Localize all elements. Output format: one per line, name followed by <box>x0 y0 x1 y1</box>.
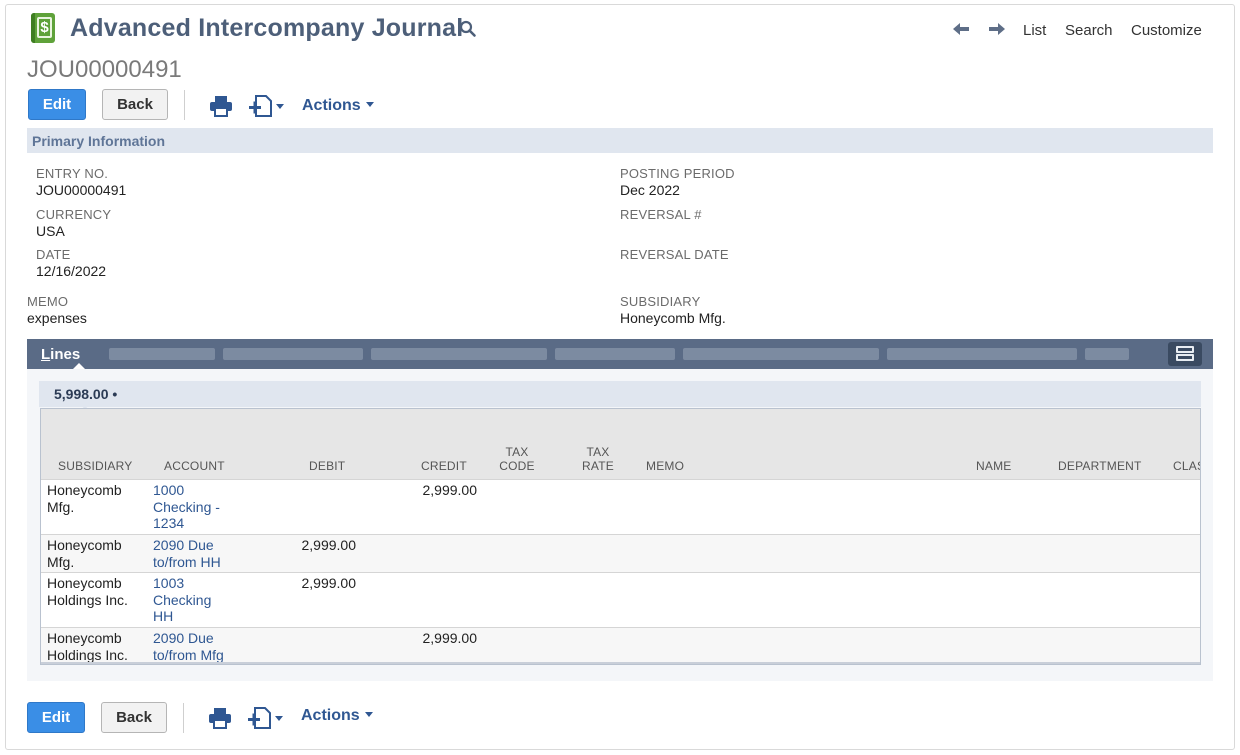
actions-label: Actions <box>301 707 360 724</box>
column-header-subsidiary[interactable]: SUBSIDIARY <box>58 459 132 473</box>
reversal-no-label: REVERSAL # <box>620 207 702 222</box>
column-header-debit[interactable]: DEBIT <box>309 459 345 473</box>
previous-record-icon[interactable] <box>952 21 970 37</box>
edit-button-bottom[interactable]: Edit <box>27 702 85 733</box>
cell-subsidiary: Honeycomb Holdings Inc. <box>47 630 128 663</box>
lines-total: 5,998.00 • <box>54 386 118 402</box>
toggle-layout-icon[interactable] <box>1168 342 1202 366</box>
cell-account-link[interactable]: 2090 Due to/from HH <box>153 537 221 570</box>
table-header: SUBSIDIARY ACCOUNT DEBIT CREDIT TAX CODE … <box>41 409 1200 479</box>
column-header-account[interactable]: ACCOUNT <box>164 459 225 473</box>
cell-credit: 2,999.00 <box>422 630 478 646</box>
column-header-name[interactable]: NAME <box>976 459 1011 473</box>
record-id: JOU00000491 <box>27 56 182 83</box>
new-document-dropdown-icon[interactable] <box>247 707 285 729</box>
date-label: DATE <box>36 247 71 262</box>
print-icon[interactable] <box>209 95 233 117</box>
tax-rate-line-2: RATE <box>582 459 614 473</box>
section-title: Primary Information <box>32 133 166 149</box>
cell-debit: 2,999.00 <box>301 537 357 553</box>
blurred-tab[interactable] <box>1085 348 1129 360</box>
subtab-bar: Lines <box>27 339 1213 369</box>
blurred-tab[interactable] <box>887 348 1077 360</box>
chevron-down-icon <box>364 712 373 717</box>
column-header-tax-rate[interactable]: TAX RATE <box>581 445 615 473</box>
tax-code-line-2: CODE <box>499 459 535 473</box>
currency-label: CURRENCY <box>36 207 112 222</box>
memo-label: MEMO <box>27 294 69 309</box>
date-value: 12/16/2022 <box>36 263 107 279</box>
new-document-dropdown-icon[interactable] <box>248 95 286 117</box>
nav-customize-link[interactable]: Customize <box>1131 22 1202 39</box>
currency-value: USA <box>36 223 65 239</box>
cell-account-link[interactable]: 2090 Due to/from Mfg <box>153 630 224 663</box>
table-row[interactable]: Honeycomb Mfg. 2090 Due to/from HH 2,999.0… <box>41 534 1200 572</box>
cell-account-link[interactable]: 1003 Checking HH <box>153 575 211 625</box>
actions-menu[interactable]: Actions <box>302 97 374 115</box>
table-row[interactable]: Honeycomb Holdings Inc. 1003 Checking HH 2,… <box>41 572 1200 627</box>
column-header-memo[interactable]: MEMO <box>646 459 684 473</box>
blurred-tab[interactable] <box>223 348 363 360</box>
cell-credit: 2,999.00 <box>422 482 478 498</box>
subsidiary-label: SUBSIDIARY <box>620 294 701 309</box>
memo-value: expenses <box>27 310 87 326</box>
posting-period-label: POSTING PERIOD <box>620 166 735 181</box>
entry-no-label: ENTRY NO. <box>36 166 109 181</box>
primary-information-section-header[interactable]: Primary Information <box>27 128 1213 153</box>
column-header-credit[interactable]: CREDIT <box>421 459 467 473</box>
toolbar-divider <box>184 90 185 120</box>
blurred-tab[interactable] <box>109 348 215 360</box>
toolbar-divider <box>183 703 184 733</box>
actions-label: Actions <box>302 97 361 114</box>
blurred-tab[interactable] <box>683 348 879 360</box>
table-row[interactable]: Honeycomb Holdings Inc. 2090 Due to/from M… <box>41 627 1200 664</box>
blurred-tab[interactable] <box>555 348 675 360</box>
cell-subsidiary: Honeycomb Holdings Inc. <box>47 575 128 608</box>
lines-total-strip <box>133 381 1201 407</box>
column-header-tax-code[interactable]: TAX CODE <box>499 445 535 473</box>
nav-list-link[interactable]: List <box>1023 22 1046 39</box>
cell-subsidiary: Honeycomb Mfg. <box>47 482 122 515</box>
tab-lines[interactable]: Lines <box>41 346 80 363</box>
cell-subsidiary: Honeycomb Mfg. <box>47 537 122 570</box>
chevron-down-icon <box>365 102 374 107</box>
column-header-class[interactable]: CLAS <box>1173 459 1200 473</box>
cell-account-link[interactable]: 1000 Checking -1234 <box>153 482 220 532</box>
page-title: Advanced Intercompany Journal <box>70 14 464 42</box>
entry-no-value: JOU00000491 <box>36 182 127 198</box>
cell-debit: 2,999.00 <box>301 575 357 591</box>
next-record-icon[interactable] <box>988 21 1006 37</box>
edit-button[interactable]: Edit <box>28 89 86 120</box>
tab-lines-label: ines <box>50 346 81 363</box>
column-header-department[interactable]: DEPARTMENT <box>1058 459 1142 473</box>
lines-table: SUBSIDIARY ACCOUNT DEBIT CREDIT TAX CODE … <box>40 408 1201 665</box>
nav-search-link[interactable]: Search <box>1065 22 1113 39</box>
posting-period-value: Dec 2022 <box>620 182 680 198</box>
actions-menu-bottom[interactable]: Actions <box>301 707 373 725</box>
subsidiary-value: Honeycomb Mfg. <box>620 310 726 326</box>
tax-code-line-1: TAX <box>505 445 529 459</box>
reversal-date-label: REVERSAL DATE <box>620 247 729 262</box>
search-icon[interactable] <box>459 20 477 38</box>
print-icon[interactable] <box>208 707 232 729</box>
lines-total-tab[interactable]: 5,998.00 • <box>39 381 133 409</box>
back-button-bottom[interactable]: Back <box>101 702 167 733</box>
table-bottom-border <box>41 662 1200 664</box>
tab-lines-accesskey: L <box>41 346 51 363</box>
back-button[interactable]: Back <box>102 89 168 120</box>
tax-rate-line-1: TAX <box>586 445 610 459</box>
blurred-tab[interactable] <box>371 348 547 360</box>
journal-dollar-icon: $ <box>31 13 55 43</box>
table-row[interactable]: Honeycomb Mfg. 1000 Checking -1234 2,999.0… <box>41 479 1200 534</box>
